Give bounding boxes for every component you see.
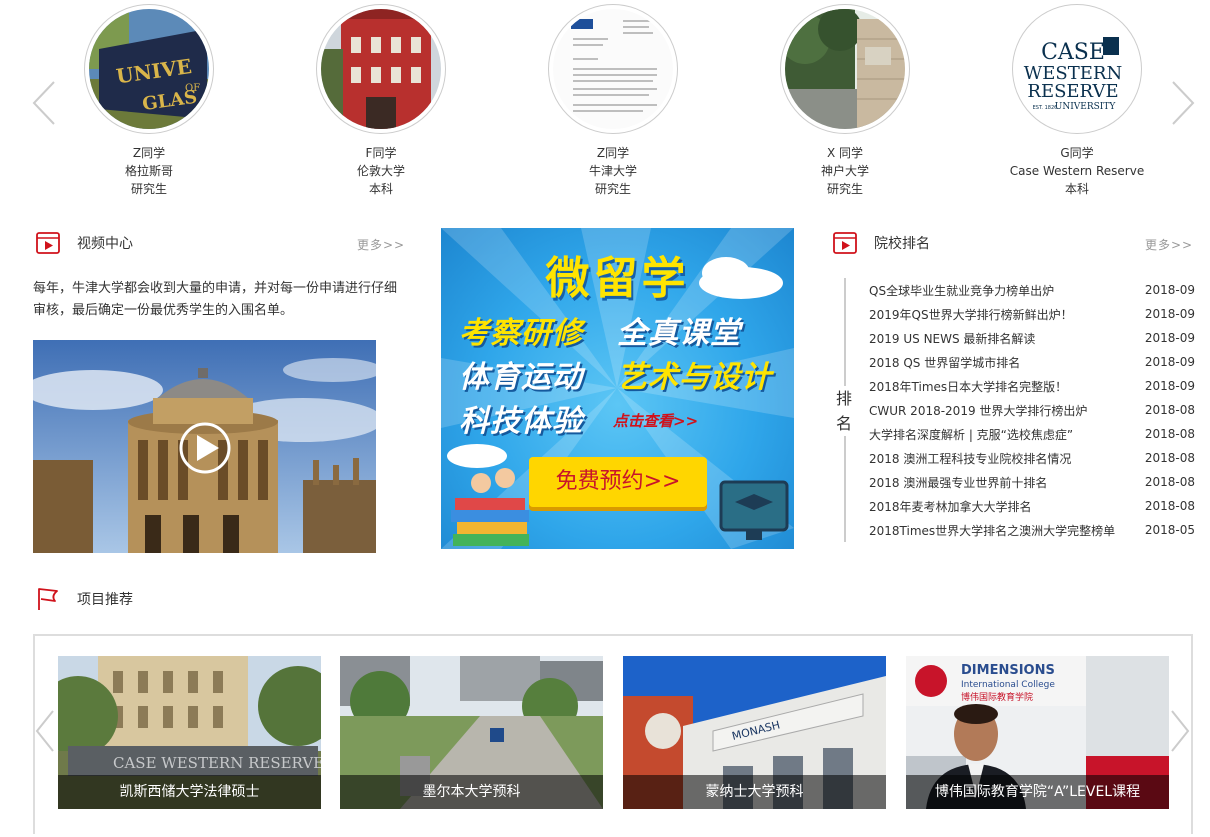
student-name: X 同学 [826,146,864,160]
svg-text:EST. 1826: EST. 1826 [1033,105,1058,111]
student-level: 研究生 [594,182,631,196]
ranking-list: QS全球毕业生就业竞争力榜单出炉 2018-09 2019年QS世界大学排行榜新鲜… [869,278,1195,542]
ranking-item[interactable]: CWUR 2018-2019 世界大学排行榜出炉 2018-08 [869,398,1195,422]
student-avatar [316,4,446,134]
svg-text:博伟国际教育学院: 博伟国际教育学院 [961,691,1033,703]
chevron-left-icon [35,710,54,752]
video-thumbnail[interactable] [33,340,376,553]
svg-text:OF: OF [185,83,200,94]
student-level: 研究生 [130,182,167,196]
student-name: G同学 [1060,146,1094,160]
student-card[interactable]: Z同学 牛津大学 研究生 [513,4,713,198]
ranking-item[interactable]: 大学排名深度解析 | 克服“选校焦虑症” 2018-08 [869,422,1195,446]
project-caption: 博伟国际教育学院“A”LEVEL课程 [906,775,1169,809]
projects-section-title: 项目推荐 [77,592,133,608]
video-section-header: 视频中心 [35,229,133,257]
banner-line: 科技体验 [459,404,583,439]
flag-icon [38,588,58,610]
svg-text:CASE WESTERN RESERVE: CASE WESTERN RESERVE [113,754,321,772]
student-card[interactable]: X 同学 神户大学 研究生 [745,4,945,198]
red-brick-building-photo [321,9,441,129]
student-school: Case Western Reserve [1009,164,1145,178]
student-level: 本科 [1064,182,1089,196]
student-avatar [548,4,678,134]
student-avatar: CASE WESTERN RESERVE UNIVERSITY EST. 182… [1012,4,1142,134]
micro-study-banner[interactable]: 微留学 考察研修 全真课堂 体育运动 艺术与设计 科技体验 点击查看>> 免费预… [441,228,794,549]
svg-text:RESERVE: RESERVE [1027,81,1118,102]
student-card[interactable]: UNIVE GLAS OF Z同学 格拉斯哥 研究生 [49,4,249,198]
project-card[interactable]: DIMENSIONS International College 博伟国际教育学… [906,656,1169,809]
project-caption: 墨尔本大学预科 [340,775,603,809]
radcliffe-camera-photo [33,340,376,553]
student-school: 格拉斯哥 [124,164,173,178]
ranking-item[interactable]: QS全球毕业生就业竞争力榜单出炉 2018-09 [869,278,1195,302]
student-carousel: UNIVE GLAS OF Z同学 格拉斯哥 研究生 F同学 伦敦大学 本科 Z… [0,0,1210,210]
ranking-item[interactable]: 2018 澳洲最强专业世界前十排名 2018-08 [869,470,1195,494]
project-caption: 蒙纳士大学预科 [623,775,886,809]
video-section-title: 视频中心 [77,236,133,252]
projects-prev-button[interactable] [33,708,57,754]
computer-cap-icon [719,480,789,540]
chevron-right-icon [1171,710,1190,752]
ranking-section-header: 院校排名 [832,229,930,257]
svg-text:UNIVERSITY: UNIVERSITY [1055,102,1117,112]
student-level: 本科 [368,182,393,196]
student-card[interactable]: CASE WESTERN RESERVE UNIVERSITY EST. 182… [977,4,1177,198]
video-description: 每年，牛津大学都会收到大量的申请，并对每一份申请进行仔细审核，最后确定一份最优秀… [33,281,398,318]
student-level: 研究生 [826,182,863,196]
svg-text:International College: International College [961,680,1055,690]
banner-line: 全真课堂 [617,316,741,351]
ranking-side-label: 排名 [834,386,854,436]
ranking-item[interactable]: 2018 QS 世界留学城市排名 2018-09 [869,350,1195,374]
project-card[interactable]: 墨尔本大学预科 [340,656,603,809]
offer-letter-photo [553,9,673,129]
student-name: Z同学 [596,146,630,160]
student-school: 牛津大学 [588,164,637,178]
svg-text:DIMENSIONS: DIMENSIONS [961,663,1055,678]
banner-line: 体育运动 [459,360,583,395]
projects-section-header: 项目推荐 [35,585,133,613]
ranking-item[interactable]: 2019年QS世界大学排行榜新鲜出炉！ 2018-09 [869,302,1195,326]
banner-click-text[interactable]: 点击查看>> [613,410,698,431]
video-icon [36,232,60,254]
university-sign-photo: UNIVE GLAS OF [89,9,209,129]
project-card[interactable]: MONASH 蒙纳士大学预科 [623,656,886,809]
banner-title: 微留学 [545,253,690,304]
project-caption: 凯斯西储大学法律硕士 [58,775,321,809]
ranking-more-link[interactable]: 更多>> [1145,236,1193,253]
banner-line: 艺术与设计 [617,360,772,395]
project-card[interactable]: CASE WESTERN RESERVE 凯斯西储大学法律硕士 [58,656,321,809]
free-booking-button[interactable]: 免费预约>> [529,457,707,507]
ranking-item[interactable]: 2018年Times日本大学排名完整版！ 2018-09 [869,374,1195,398]
video-more-link[interactable]: 更多>> [357,236,405,253]
projects-next-button[interactable] [1168,708,1192,754]
student-school: 伦敦大学 [356,164,405,178]
ranking-item[interactable]: 2018年麦考林加拿大大学排名 2018-08 [869,494,1195,518]
student-card[interactable]: F同学 伦敦大学 本科 [281,4,481,198]
student-name: Z同学 [132,146,166,160]
banner-line: 考察研修 [459,316,583,351]
ranking-item[interactable]: 2018 澳洲工程科技专业院校排名情况 2018-08 [869,446,1195,470]
video-icon [833,232,857,254]
student-avatar: UNIVE GLAS OF [84,4,214,134]
svg-text:CASE: CASE [1041,40,1105,65]
student-name: F同学 [365,146,397,160]
ranking-section-title: 院校排名 [874,236,930,252]
student-avatar [780,4,910,134]
campus-gate-photo [785,9,905,129]
ranking-item[interactable]: 2019 US NEWS 最新排名解读 2018-09 [869,326,1195,350]
ranking-item[interactable]: 2018Times世界大学排名之澳洲大学完整榜单 2018-05 [869,518,1195,542]
student-school: 神户大学 [820,164,869,178]
case-western-logo: CASE WESTERN RESERVE UNIVERSITY EST. 182… [1017,9,1137,129]
